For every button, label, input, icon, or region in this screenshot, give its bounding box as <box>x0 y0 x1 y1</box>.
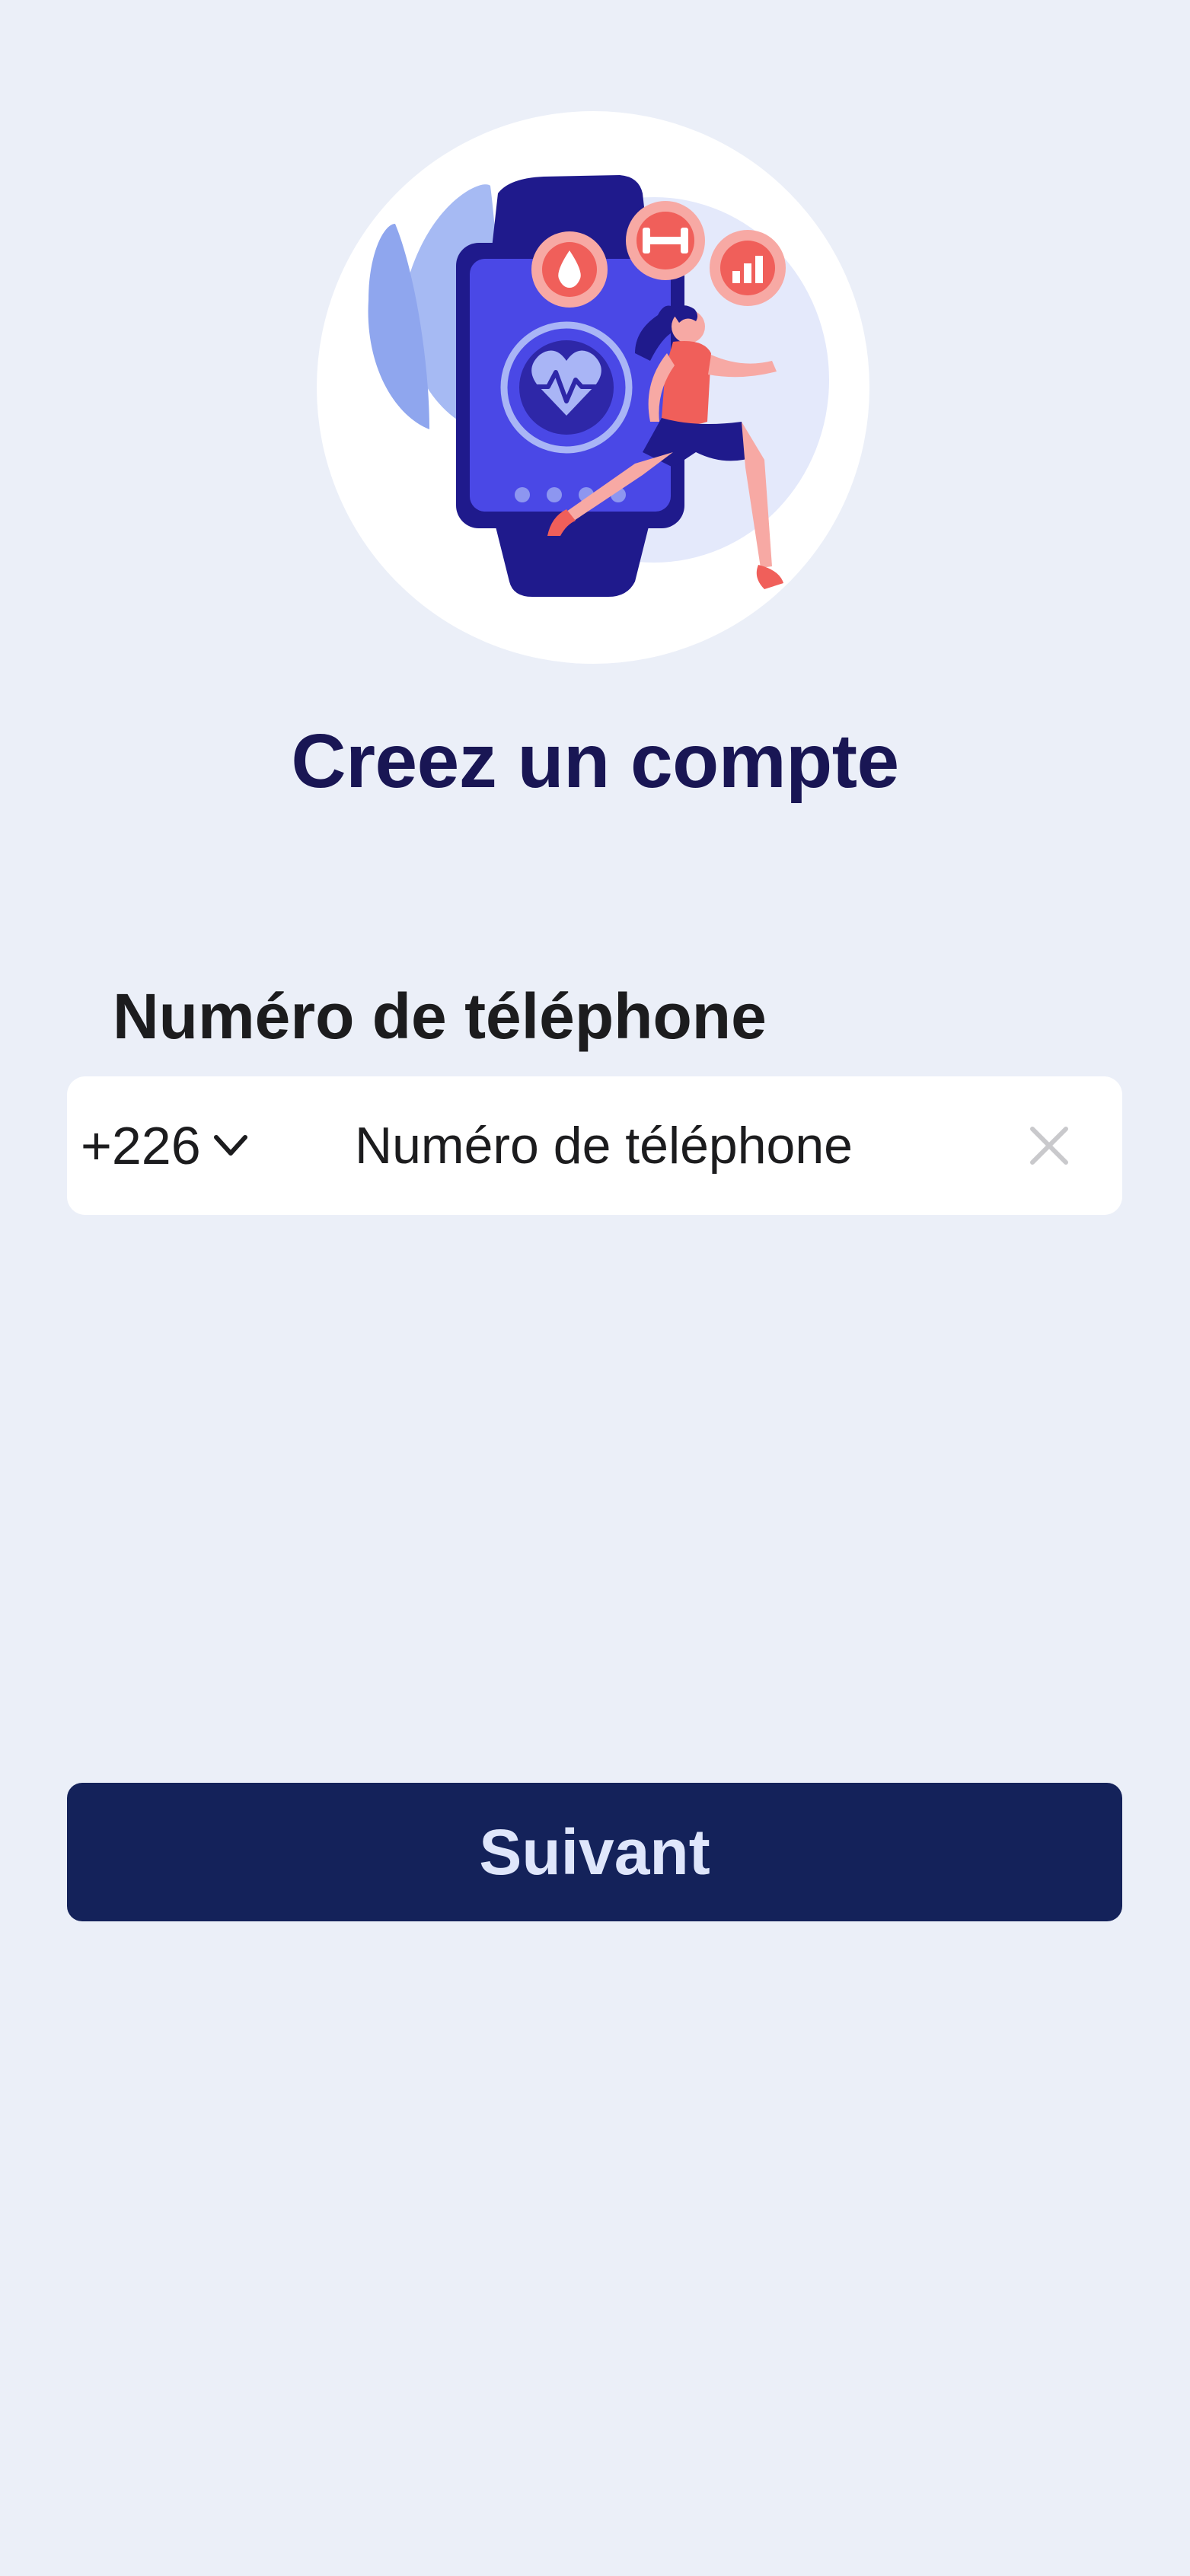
phone-input-container: +226 <box>67 1076 1122 1215</box>
clear-input-button[interactable] <box>1016 1112 1083 1179</box>
phone-number-input[interactable] <box>349 1108 1040 1184</box>
chevron-down-icon <box>210 1125 251 1166</box>
country-code-select[interactable]: +226 <box>81 1076 251 1215</box>
phone-field-label: Numéro de téléphone <box>113 980 767 1052</box>
country-code-value: +226 <box>81 1116 201 1175</box>
hero-illustration <box>315 110 871 665</box>
next-button[interactable]: Suivant <box>67 1783 1122 1921</box>
page-title: Creez un compte <box>291 719 899 804</box>
close-icon <box>1030 1127 1068 1165</box>
